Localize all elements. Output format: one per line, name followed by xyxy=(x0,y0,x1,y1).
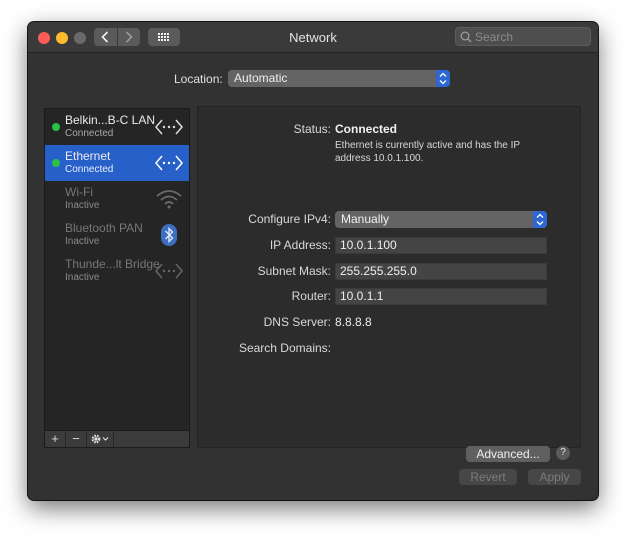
location-label: Location: xyxy=(174,72,223,86)
service-item-ethernet[interactable]: Ethernet Connected xyxy=(45,145,189,181)
gear-icon xyxy=(91,434,109,444)
wifi-icon xyxy=(156,190,182,209)
configure-ipv4-label: Configure IPv4: xyxy=(248,212,331,226)
router-label: Router: xyxy=(291,289,331,303)
service-name: Thunde...lt Bridge xyxy=(65,257,160,271)
search-placeholder: Search xyxy=(475,30,514,44)
subnet-mask-field[interactable]: 255.255.255.0 xyxy=(335,263,547,280)
service-status: Inactive xyxy=(65,236,100,247)
connected-status-dot xyxy=(52,123,60,131)
configure-ipv4-popup[interactable]: Manually xyxy=(335,211,547,228)
dns-server-label: DNS Server: xyxy=(263,315,331,329)
router-field[interactable]: 10.0.1.1 xyxy=(335,288,547,305)
service-name: Belkin...B-C LAN xyxy=(65,113,156,127)
add-service-button[interactable]: + xyxy=(45,431,66,447)
ip-address-label: IP Address: xyxy=(269,238,331,252)
popup-arrows-icon xyxy=(533,211,547,228)
search-domains-label: Search Domains: xyxy=(238,341,331,355)
service-item-thunderbolt-bridge[interactable]: Thunde...lt Bridge Inactive xyxy=(45,253,189,289)
location-value: Automatic xyxy=(234,71,288,85)
service-name: Ethernet xyxy=(65,149,111,163)
subnet-mask-label: Subnet Mask: xyxy=(257,264,331,278)
search-icon xyxy=(460,31,472,43)
service-detail-panel: Status: Connected Ethernet is currently … xyxy=(197,106,581,462)
status-value: Connected xyxy=(335,122,398,136)
service-list-toolbar: + − xyxy=(44,430,190,448)
revert-button[interactable]: Revert xyxy=(459,469,517,485)
status-label: Status: xyxy=(293,122,331,136)
service-status: Inactive xyxy=(65,200,100,211)
popup-arrows-icon xyxy=(436,70,450,87)
help-button[interactable]: ? xyxy=(556,446,570,460)
configure-ipv4-value: Manually xyxy=(341,212,390,226)
dns-server-value: 8.8.8.8 xyxy=(335,315,372,329)
apply-button[interactable]: Apply xyxy=(528,469,581,485)
remove-service-button[interactable]: − xyxy=(66,431,87,447)
service-status: Inactive xyxy=(65,272,100,283)
connected-status-dot xyxy=(52,159,60,167)
service-name: Bluetooth PAN xyxy=(65,221,143,235)
ethernet-arrows-icon xyxy=(155,155,183,171)
service-item-wifi[interactable]: Wi-Fi Inactive xyxy=(45,181,189,217)
action-menu-button[interactable] xyxy=(87,431,114,447)
advanced-button[interactable]: Advanced... xyxy=(466,446,550,462)
title-bar: Network Search xyxy=(28,22,598,53)
network-preferences-window: Network Search Location: Automatic Belki… xyxy=(28,22,598,500)
location-popup[interactable]: Automatic xyxy=(228,70,450,87)
status-description: Ethernet is currently active and has the… xyxy=(335,140,520,164)
service-status: Connected xyxy=(65,128,114,139)
service-item-belkin[interactable]: Belkin...B-C LAN Connected xyxy=(45,109,189,145)
search-field[interactable]: Search xyxy=(455,27,591,46)
ip-address-field[interactable]: 10.0.1.100 xyxy=(335,237,547,254)
service-name: Wi-Fi xyxy=(65,185,93,199)
service-list: Belkin...B-C LAN Connected Ethernet Conn… xyxy=(44,108,190,448)
service-item-bluetooth-pan[interactable]: Bluetooth PAN Inactive xyxy=(45,217,189,253)
service-status: Connected xyxy=(65,164,114,175)
